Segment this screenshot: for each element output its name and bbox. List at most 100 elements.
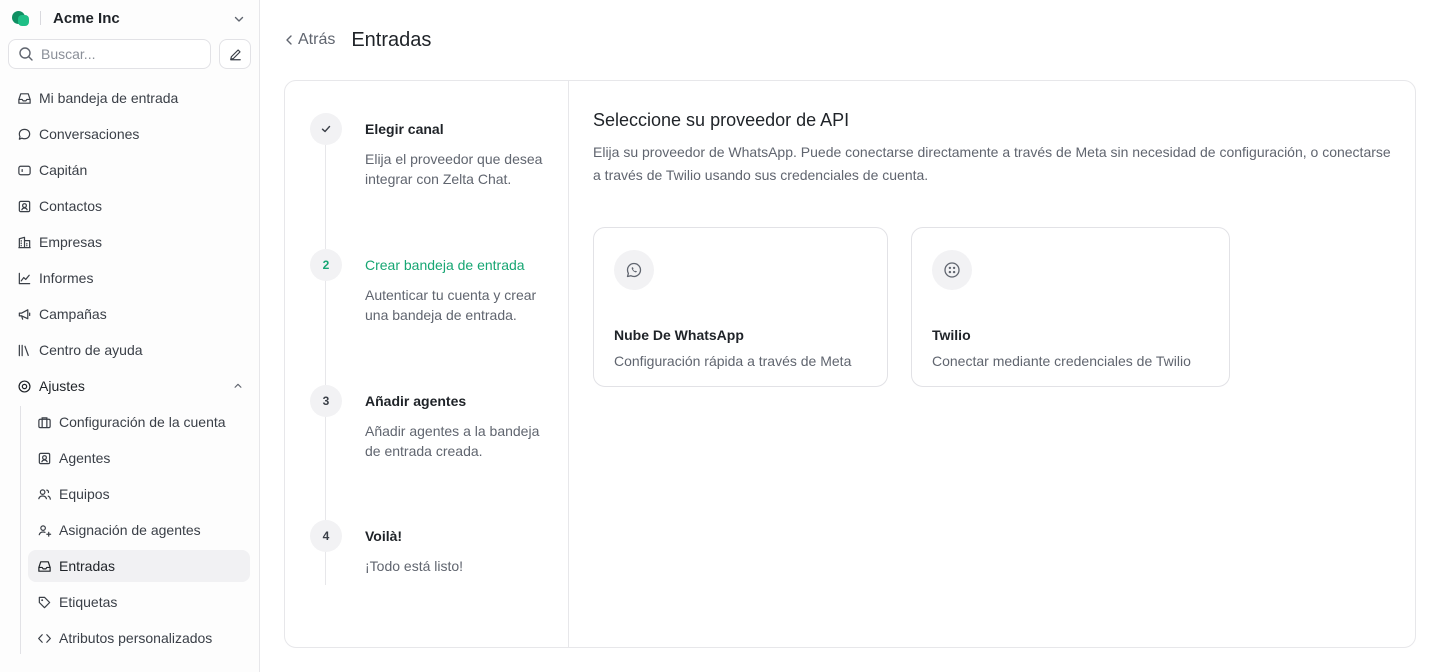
page-header: Atrás Entradas: [260, 0, 1440, 80]
step-description: Añadir agentes a la bandeja de entrada c…: [365, 423, 540, 459]
wizard-step-active: 2 Crear bandeja de entrada Autenticar tu…: [285, 249, 568, 385]
sidebar-group-settings[interactable]: Ajustes: [8, 370, 251, 402]
sidebar-item-inbox[interactable]: Mi bandeja de entrada: [8, 82, 251, 114]
main-content: Atrás Entradas Elegir canal Elija el pro…: [260, 0, 1440, 672]
captain-icon: [16, 162, 32, 178]
wizard-steps: Elegir canal Elija el proveedor que dese…: [285, 81, 569, 647]
sidebar-item-label: Configuración de la cuenta: [59, 414, 226, 430]
sidebar-item-inboxes[interactable]: Entradas: [28, 550, 250, 582]
sidebar-item-label: Centro de ayuda: [39, 342, 143, 358]
chat-icon: [16, 126, 32, 142]
sidebar-item-help-center[interactable]: Centro de ayuda: [8, 334, 251, 366]
provider-card-whatsapp-cloud[interactable]: Nube De WhatsApp Configuración rápida a …: [593, 227, 888, 387]
step-number: 3: [310, 385, 342, 417]
twilio-icon: [932, 250, 972, 290]
wizard-step: 4 Voilà! ¡Todo está listo!: [285, 520, 568, 600]
sidebar-item-label: Mi bandeja de entrada: [39, 90, 179, 106]
sidebar-item-label: Asignación de agentes: [59, 522, 201, 538]
sidebar-item-captain[interactable]: Capitán: [8, 154, 251, 186]
wizard-step: 3 Añadir agentes Añadir agentes a la ban…: [285, 385, 568, 520]
step-title: Elegir canal: [365, 121, 444, 137]
step-title: Añadir agentes: [365, 393, 467, 409]
sidebar-item-label: Capitán: [39, 162, 88, 178]
assign-icon: [36, 522, 52, 538]
chevron-left-icon: [286, 35, 292, 45]
sidebar-item-conversations[interactable]: Conversaciones: [8, 118, 251, 150]
tag-icon: [36, 594, 52, 610]
megaphone-icon: [16, 306, 32, 322]
sidebar-item-companies[interactable]: Empresas: [8, 226, 251, 258]
step-title: Voilà!: [365, 528, 403, 544]
whatsapp-icon: [614, 250, 654, 290]
provider-title: Twilio: [932, 327, 971, 343]
sidebar-item-contacts[interactable]: Contactos: [8, 190, 251, 222]
sidebar: Acme Inc Mi bandeja de entrada Conversac…: [0, 0, 260, 672]
sidebar-item-label: Equipos: [59, 486, 110, 502]
sidebar-item-campaigns[interactable]: Campañas: [8, 298, 251, 330]
sidebar-item-label: Empresas: [39, 234, 103, 250]
pencil-icon: [229, 48, 241, 60]
provider-description: Conectar mediante credenciales de Twilio: [932, 353, 1191, 369]
step-check-icon: [310, 113, 342, 145]
settings-icon: [16, 378, 32, 394]
section-heading: Seleccione su proveedor de API: [593, 110, 850, 130]
account-switcher[interactable]: Acme Inc: [0, 0, 259, 36]
briefcase-icon: [36, 414, 52, 430]
sidebar-item-reports[interactable]: Informes: [8, 262, 251, 294]
compose-button[interactable]: [219, 39, 251, 69]
back-label: Atrás: [298, 31, 336, 48]
search-icon: [19, 47, 33, 61]
step-description: Autenticar tu cuenta y crear una bandeja…: [365, 287, 537, 323]
sidebar-item-labels[interactable]: Etiquetas: [28, 586, 250, 618]
account-name: Acme Inc: [53, 9, 120, 27]
sidebar-item-label: Entradas: [59, 558, 116, 574]
sidebar-item-agents[interactable]: Agentes: [28, 442, 250, 474]
sidebar-item-custom-attributes[interactable]: Atributos personalizados: [28, 622, 250, 654]
sidebar-item-label: Contactos: [39, 198, 103, 214]
sidebar-item-account-settings[interactable]: Configuración de la cuenta: [28, 406, 250, 438]
step-description: Elija el proveedor que desea integrar co…: [365, 151, 543, 187]
sidebar-nav: Mi bandeja de entrada Conversaciones Cap…: [0, 82, 259, 654]
section-description: Elija su proveedor de WhatsApp. Puede co…: [593, 144, 1391, 183]
sidebar-item-agent-assignment[interactable]: Asignación de agentes: [28, 514, 250, 546]
agent-icon: [36, 450, 52, 466]
provider-card-twilio[interactable]: Twilio Conectar mediante credenciales de…: [911, 227, 1230, 387]
sidebar-item-label: Informes: [39, 270, 94, 286]
sidebar-item-label: Atributos personalizados: [59, 630, 213, 646]
building-icon: [16, 234, 32, 250]
sidebar-item-label: Agentes: [59, 450, 111, 466]
provider-list: Nube De WhatsApp Configuración rápida a …: [593, 227, 1391, 387]
chevron-up-icon: [233, 378, 243, 394]
sidebar-group-label: Ajustes: [39, 378, 85, 394]
provider-selection: Seleccione su proveedor de API Elija su …: [569, 81, 1415, 647]
provider-title: Nube De WhatsApp: [614, 327, 744, 343]
settings-submenu: Configuración de la cuenta Agentes Equip…: [20, 406, 259, 654]
step-number: 4: [310, 520, 342, 552]
wizard-step: Elegir canal Elija el proveedor que dese…: [285, 113, 568, 249]
code-icon: [36, 630, 52, 646]
inbox-icon: [36, 558, 52, 574]
step-number: 2: [310, 249, 342, 281]
sidebar-item-teams[interactable]: Equipos: [28, 478, 250, 510]
sidebar-item-label: Etiquetas: [59, 594, 118, 610]
app-root: Acme Inc Mi bandeja de entrada Conversac…: [0, 0, 1440, 672]
setup-card: Elegir canal Elija el proveedor que dese…: [284, 80, 1416, 648]
chevron-down-icon: [233, 12, 245, 24]
sidebar-item-label: Campañas: [39, 306, 107, 322]
sidebar-item-label: Conversaciones: [39, 126, 140, 142]
inbox-icon: [16, 90, 32, 106]
brand-logo-icon: [12, 9, 30, 27]
team-icon: [36, 486, 52, 502]
search-row: [0, 39, 259, 69]
divider: [40, 11, 41, 25]
step-description: ¡Todo está listo!: [365, 558, 464, 574]
search-box: [8, 39, 211, 69]
contacts-icon: [16, 198, 32, 214]
back-button[interactable]: Atrás: [284, 31, 335, 49]
search-input[interactable]: [41, 46, 191, 62]
step-title: Crear bandeja de entrada: [365, 257, 525, 273]
page-title: Entradas: [351, 28, 432, 51]
provider-description: Configuración rápida a través de Meta: [614, 353, 852, 369]
chart-icon: [16, 270, 32, 286]
library-icon: [16, 342, 32, 358]
